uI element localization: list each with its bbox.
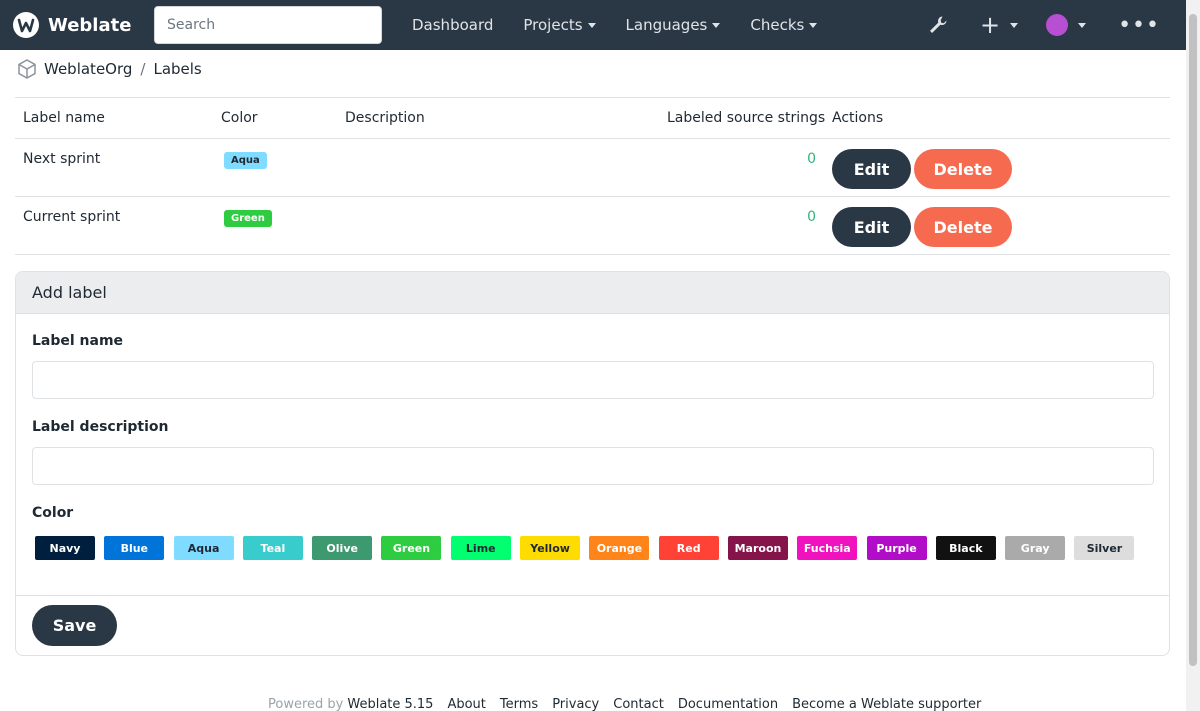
- labels-table: Label name Color Description Labeled sou…: [15, 97, 1170, 255]
- color-option-silver[interactable]: Silver: [1074, 536, 1135, 560]
- labeled-count-link[interactable]: 0: [807, 151, 816, 167]
- color-option-fuchsia[interactable]: Fuchsia: [797, 536, 858, 560]
- label-name: Next sprint: [23, 151, 101, 167]
- label-name: Current sprint: [23, 209, 121, 225]
- table-header: Label name Color Description Labeled sou…: [15, 97, 1170, 139]
- color-option-purple[interactable]: Purple: [866, 536, 927, 560]
- footer-link-contact[interactable]: Contact: [613, 697, 664, 711]
- caret-down-icon: [809, 22, 818, 28]
- label-description-label: Label description: [32, 419, 169, 435]
- header-color: Color: [221, 110, 258, 126]
- label-description-input[interactable]: [32, 447, 1154, 485]
- label-name-label: Label name: [32, 333, 124, 349]
- color-option-navy[interactable]: Navy: [35, 536, 95, 560]
- color-option-red[interactable]: Red: [658, 536, 719, 560]
- color-option-teal[interactable]: Teal: [242, 536, 303, 560]
- header-label-name: Label name: [23, 110, 105, 126]
- add-menu[interactable]: +: [979, 11, 1019, 39]
- color-option-black[interactable]: Black: [935, 536, 996, 560]
- footer-link-supporter[interactable]: Become a Weblate supporter: [792, 697, 981, 711]
- breadcrumb-separator: /: [140, 60, 146, 78]
- color-option-lime[interactable]: Lime: [450, 536, 511, 560]
- color-option-yellow[interactable]: Yellow: [520, 536, 581, 560]
- nav-projects[interactable]: Projects: [523, 16, 596, 34]
- search-input[interactable]: Search: [154, 6, 382, 44]
- label-name-input[interactable]: [32, 361, 1154, 399]
- user-menu[interactable]: [1046, 14, 1087, 36]
- color-label: Color: [32, 505, 74, 521]
- caret-down-icon: [1010, 22, 1019, 28]
- delete-button[interactable]: Delete: [914, 207, 1012, 247]
- color-option-orange[interactable]: Orange: [589, 536, 650, 560]
- scrollbar[interactable]: [1186, 0, 1200, 711]
- edit-button[interactable]: Edit: [832, 149, 911, 189]
- labeled-count-link[interactable]: 0: [807, 209, 816, 225]
- breadcrumb: WeblateOrg / Labels: [16, 58, 202, 80]
- color-picker: Navy Blue Aqua Teal Olive Green Lime Yel…: [35, 536, 1144, 560]
- wrench-icon[interactable]: [928, 15, 948, 35]
- header-actions: Actions: [832, 110, 884, 126]
- caret-down-icon: [587, 22, 596, 28]
- scrollbar-thumb[interactable]: [1189, 14, 1197, 666]
- nav-projects-label: Projects: [523, 16, 583, 34]
- table-row: Current sprint Green 0 Edit Delete: [15, 197, 1170, 255]
- add-label-card: Add label Label name Label description C…: [15, 271, 1170, 656]
- delete-button[interactable]: Delete: [914, 149, 1012, 189]
- caret-down-icon: [1078, 22, 1087, 28]
- table-row: Next sprint Aqua 0 Edit Delete: [15, 139, 1170, 197]
- color-option-gray[interactable]: Gray: [1005, 536, 1066, 560]
- color-badge: Aqua: [224, 152, 267, 169]
- weblate-logo-icon: [13, 12, 39, 38]
- page-footer: Powered by Weblate 5.15 About Terms Priv…: [268, 697, 995, 711]
- edit-button[interactable]: Edit: [832, 207, 911, 247]
- footer-version-link[interactable]: Weblate 5.15: [347, 697, 433, 711]
- color-badge: Green: [224, 210, 272, 227]
- color-option-green[interactable]: Green: [381, 536, 442, 560]
- footer-link-terms[interactable]: Terms: [500, 697, 538, 711]
- plus-icon: +: [979, 11, 1001, 39]
- header-description: Description: [345, 110, 425, 126]
- nav-checks-label: Checks: [750, 16, 805, 34]
- brand-name: Weblate: [48, 14, 132, 36]
- nav-languages[interactable]: Languages: [626, 16, 721, 34]
- nav-right: + •••: [928, 0, 1186, 50]
- color-option-maroon[interactable]: Maroon: [727, 536, 788, 560]
- powered-by-text: Powered by: [268, 697, 344, 711]
- footer-link-privacy[interactable]: Privacy: [552, 697, 599, 711]
- breadcrumb-current[interactable]: Labels: [153, 60, 201, 78]
- save-button[interactable]: Save: [32, 605, 117, 646]
- card-footer: Save: [16, 595, 1169, 655]
- color-option-olive[interactable]: Olive: [312, 536, 373, 560]
- breadcrumb-project[interactable]: WeblateOrg: [44, 60, 132, 78]
- color-option-blue[interactable]: Blue: [104, 536, 165, 560]
- more-icon[interactable]: •••: [1118, 13, 1160, 38]
- brand[interactable]: Weblate: [12, 11, 142, 39]
- footer-link-documentation[interactable]: Documentation: [678, 697, 778, 711]
- nav-languages-label: Languages: [625, 16, 708, 34]
- project-cube-icon: [18, 59, 36, 79]
- color-option-aqua[interactable]: Aqua: [173, 536, 234, 560]
- caret-down-icon: [712, 22, 721, 28]
- nav-links: Dashboard Projects Languages Checks: [412, 16, 847, 34]
- card-title: Add label: [16, 272, 1169, 314]
- footer-link-about[interactable]: About: [447, 697, 485, 711]
- avatar: [1046, 14, 1069, 36]
- nav-dashboard-label: Dashboard: [412, 16, 494, 34]
- nav-checks[interactable]: Checks: [750, 16, 818, 34]
- top-navbar: Weblate Search Dashboard Projects Langua…: [0, 0, 1186, 50]
- nav-dashboard[interactable]: Dashboard: [412, 16, 493, 34]
- header-count: Labeled source strings: [667, 110, 826, 126]
